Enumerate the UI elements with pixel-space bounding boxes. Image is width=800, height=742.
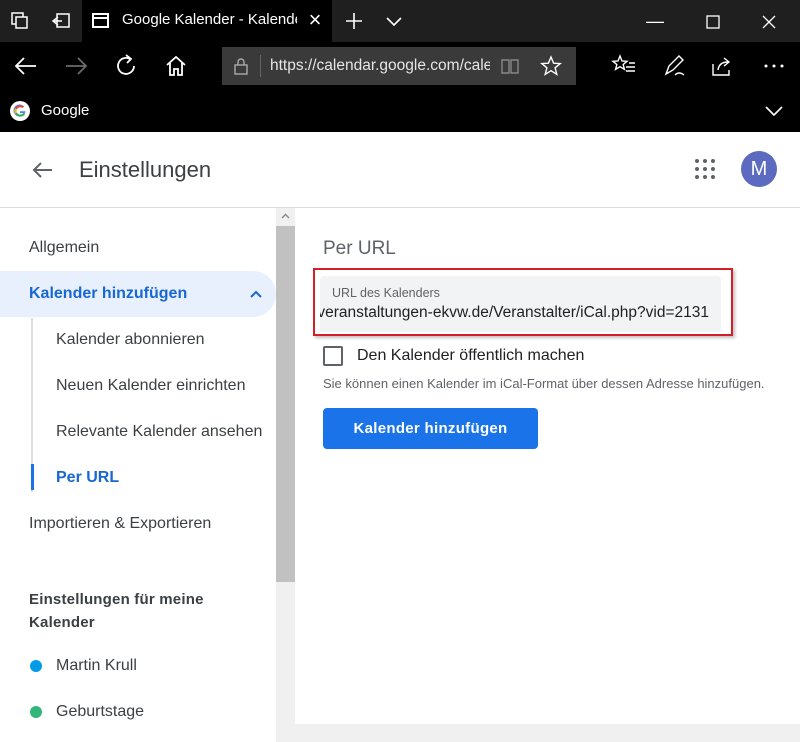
calendar-color-dot <box>30 660 42 672</box>
sidebar-item-by-url[interactable]: Per URL <box>56 469 119 487</box>
public-checkbox[interactable] <box>323 346 343 366</box>
sidebar-item-label: Kalender hinzufügen <box>29 285 188 302</box>
page-title: Einstellungen <box>79 157 212 182</box>
account-avatar[interactable]: M <box>741 151 777 187</box>
tab-close-icon[interactable]: × <box>304 8 326 32</box>
sidebar-calendar-martin-krull[interactable]: Martin Krull <box>56 657 137 675</box>
add-calendar-button[interactable]: Kalender hinzufügen <box>323 408 538 449</box>
sidebar-item-general[interactable]: Allgemein <box>29 239 99 257</box>
sidebar-item-add-calendar[interactable]: Kalender hinzufügen <box>0 271 276 317</box>
browser-titlebar: Google Kalender - Kalender × — <box>0 0 800 42</box>
my-calendars-heading: Einstellungen für meine Kalender <box>29 591 204 631</box>
scrollbar-thumb[interactable] <box>276 226 295 582</box>
web-note-icon[interactable] <box>661 53 687 79</box>
minimize-icon[interactable]: — <box>632 0 678 42</box>
tab-title: Google Kalender - Kalender <box>122 11 297 28</box>
google-apps-icon[interactable] <box>693 157 717 181</box>
browser-toolbar: https://calendar.google.com/calendar <box>0 42 800 90</box>
back-icon[interactable] <box>10 50 42 82</box>
url-text[interactable]: https://calendar.google.com/calendar <box>270 57 490 75</box>
settings-main: Per URL URL des Kalenders https://www.ve… <box>295 208 800 742</box>
favorite-star-icon[interactable] <box>540 55 562 77</box>
refresh-icon[interactable] <box>110 50 142 82</box>
back-arrow-icon[interactable] <box>28 156 56 184</box>
subnav-active-indicator <box>31 464 34 490</box>
scroll-up-icon[interactable] <box>281 212 290 221</box>
address-bar[interactable]: https://calendar.google.com/calendar <box>222 47 576 85</box>
chevron-up-icon[interactable] <box>248 286 264 302</box>
forward-icon[interactable] <box>60 50 92 82</box>
reading-view-icon[interactable] <box>500 56 520 76</box>
page-icon <box>92 13 109 28</box>
lock-icon[interactable] <box>232 57 250 75</box>
close-window-icon[interactable] <box>746 0 792 42</box>
settings-sidebar: Allgemein Kalender hinzufügen Kalender a… <box>0 208 276 742</box>
address-divider <box>260 55 261 77</box>
helper-text: Sie können einen Kalender im iCal-Format… <box>323 376 765 391</box>
sidebar-item-create-calendar[interactable]: Neuen Kalender einrichten <box>56 377 245 395</box>
public-checkbox-label[interactable]: Den Kalender öffentlich machen <box>357 347 584 365</box>
chevron-down-icon[interactable] <box>763 100 785 122</box>
settings-header: Einstellungen M <box>0 132 800 208</box>
maximize-icon[interactable] <box>690 0 736 42</box>
sidebar-item-browse-calendars[interactable]: Relevante Kalender ansehen <box>56 423 262 441</box>
sidebar-scrollbar[interactable] <box>276 208 295 742</box>
section-title: Per URL <box>323 238 396 259</box>
sidebar-calendar-birthdays[interactable]: Geburtstage <box>56 703 144 721</box>
google-favicon-icon[interactable] <box>10 101 30 121</box>
tab-list-chevron-icon[interactable] <box>384 11 404 31</box>
home-icon[interactable] <box>160 50 192 82</box>
favorites-bar: Google <box>0 90 800 132</box>
calendar-color-dot <box>30 706 42 718</box>
more-menu-icon[interactable] <box>761 53 787 79</box>
highlight-box <box>313 268 733 336</box>
browser-tab-active[interactable]: Google Kalender - Kalender × <box>82 0 332 42</box>
set-tabs-aside-icon[interactable] <box>51 11 71 31</box>
sidebar-item-subscribe[interactable]: Kalender abonnieren <box>56 331 205 349</box>
tab-groups-icon[interactable] <box>10 11 30 31</box>
new-tab-icon[interactable] <box>344 11 364 31</box>
share-icon[interactable] <box>709 53 735 79</box>
favorite-google-link[interactable]: Google <box>41 102 89 119</box>
sidebar-item-import-export[interactable]: Importieren & Exportieren <box>29 515 211 533</box>
favorites-hub-icon[interactable] <box>611 53 637 79</box>
horizontal-scrollbar[interactable] <box>295 724 800 742</box>
